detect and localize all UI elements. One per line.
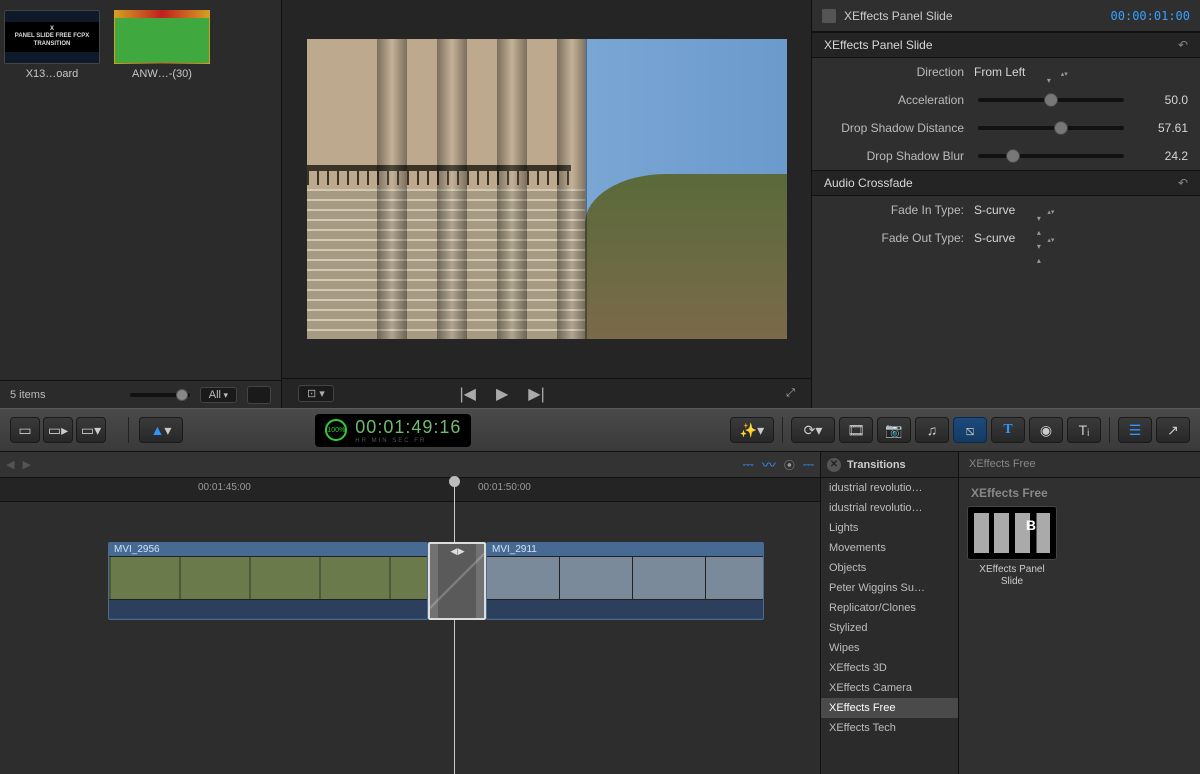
acceleration-slider[interactable]	[978, 98, 1124, 102]
timeline-tracks[interactable]: MVI_2956 MVI_2911 ◀ ▶	[0, 502, 820, 774]
titles-browser-button[interactable]: T	[991, 417, 1025, 443]
clip-label: ANW…-(30)	[114, 68, 210, 80]
ruler-tick: 00:01:50:00	[478, 482, 531, 493]
thumbnail-size-slider[interactable]	[130, 393, 190, 397]
grid-section-title: XEffects Free	[971, 486, 1192, 500]
transitions-browser-button[interactable]: ⧅	[953, 417, 987, 443]
transition-icon	[822, 9, 836, 23]
param-label: Fade Out Type:	[824, 231, 964, 245]
fullscreen-button[interactable]: ⤢	[786, 387, 795, 400]
timeline-history-fwd[interactable]: ▶	[22, 458, 30, 471]
viewer-frame[interactable]	[307, 39, 787, 339]
transform-tool-button[interactable]: ⊡ ▾	[298, 385, 334, 402]
browser-title: Transitions	[847, 459, 906, 471]
timeline-ruler[interactable]: 00:01:45:00 00:01:50:00	[0, 478, 820, 502]
themes-browser-button[interactable]: Tᵢ	[1067, 417, 1101, 443]
clip-appearance-button[interactable]	[247, 386, 271, 404]
section-title: XEffects Panel Slide	[824, 38, 933, 52]
clip-thumbnail: XPANEL SLIDE FREE FCPX TRANSITION	[4, 10, 100, 64]
insert-clip-button[interactable]: ▭▸	[43, 417, 73, 443]
category-item[interactable]: Peter Wiggins Su…	[821, 578, 958, 598]
media-import-button[interactable]: 🎞	[839, 417, 873, 443]
reset-section-button[interactable]: ↶	[1178, 38, 1188, 52]
main-toolbar: ▭ ▭▸ ▭▾ ▲ ▾ 100% 00:01:49:16 HR MIN SEC …	[0, 408, 1200, 452]
timeline-transition[interactable]: ◀ ▶	[428, 542, 486, 620]
music-browser-button[interactable]: ♫	[915, 417, 949, 443]
category-item[interactable]: XEffects Free	[821, 698, 958, 718]
retime-menu-button[interactable]: ⟳▾	[791, 417, 835, 443]
generators-browser-button[interactable]: ◉	[1029, 417, 1063, 443]
ruler-tick: 00:01:45:00	[198, 482, 251, 493]
playhead[interactable]	[454, 478, 455, 774]
param-label: Fade In Type:	[824, 203, 964, 217]
timeline-index-button[interactable]: ☰	[1118, 417, 1152, 443]
direction-dropdown[interactable]: From Left ▴▾	[974, 65, 1068, 80]
section-title: Audio Crossfade	[824, 176, 913, 190]
inspector-title: XEffects Panel Slide	[844, 9, 953, 23]
inspector: XEffects Panel Slide 00:00:01:00 XEffect…	[812, 0, 1200, 408]
category-item[interactable]: Objects	[821, 558, 958, 578]
category-item[interactable]: idustrial revolutio…	[821, 478, 958, 498]
skimming-button[interactable]: ⎓	[743, 456, 754, 473]
transition-thumbnail	[967, 506, 1057, 560]
snapping-button[interactable]: ⎓	[803, 456, 814, 473]
param-value[interactable]: 50.0	[1138, 93, 1188, 107]
reset-section-button[interactable]: ↶	[1178, 176, 1188, 190]
clip-thumbnail	[114, 10, 210, 64]
category-item[interactable]: idustrial revolutio…	[821, 498, 958, 518]
go-to-end-button[interactable]: ▶|	[528, 384, 544, 404]
filter-dropdown[interactable]: All	[200, 387, 237, 403]
item-count: 5 items	[10, 389, 45, 401]
param-label: Direction	[824, 65, 964, 79]
viewer: ⊡ ▾ |◀ ▶ ▶| ⤢	[282, 0, 812, 408]
timeline-clip[interactable]: MVI_2956	[108, 542, 428, 620]
enhance-menu-button[interactable]: ✨▾	[730, 417, 774, 443]
inspector-timecode: 00:00:01:00	[1111, 9, 1190, 23]
timecode-display[interactable]: 100% 00:01:49:16 HR MIN SEC FR	[315, 414, 471, 447]
photos-browser-button[interactable]: 📷	[877, 417, 911, 443]
go-to-start-button[interactable]: |◀	[460, 384, 476, 404]
param-label: Drop Shadow Distance	[824, 121, 964, 135]
play-button[interactable]: ▶	[496, 384, 508, 404]
category-item[interactable]: XEffects Tech	[821, 718, 958, 738]
close-browser-button[interactable]: ✕	[827, 458, 841, 472]
breadcrumb[interactable]: XEffects Free	[969, 458, 1035, 470]
browser-clip[interactable]: ANW…-(30)	[114, 10, 210, 80]
timeline: ◀ ▶ ⎓ 〰 ⦿ ⎓ 00:01:45:00 00:01:50:00 MVI_…	[0, 452, 820, 774]
connect-clip-button[interactable]: ▭	[10, 417, 40, 443]
param-label: Drop Shadow Blur	[824, 149, 964, 163]
param-value[interactable]: 24.2	[1138, 149, 1188, 163]
share-button[interactable]: ↗	[1156, 417, 1190, 443]
param-value[interactable]: 57.61	[1138, 121, 1188, 135]
fade-out-dropdown[interactable]: S-curve▴▾	[974, 231, 1054, 246]
clip-label: X13…oard	[4, 68, 100, 80]
timeline-history-back[interactable]: ◀	[6, 458, 14, 471]
category-item[interactable]: Replicator/Clones	[821, 598, 958, 618]
timeline-clip[interactable]: MVI_2911	[486, 542, 764, 620]
render-percent: 100%	[325, 419, 347, 441]
shadow-blur-slider[interactable]	[978, 154, 1124, 158]
category-item[interactable]: Lights	[821, 518, 958, 538]
category-item[interactable]: Movements	[821, 538, 958, 558]
category-item[interactable]: XEffects Camera	[821, 678, 958, 698]
browser-clip[interactable]: XPANEL SLIDE FREE FCPX TRANSITION X13…oa…	[4, 10, 100, 80]
category-item[interactable]: Stylized	[821, 618, 958, 638]
solo-button[interactable]: ⦿	[784, 457, 795, 473]
fade-in-dropdown[interactable]: S-curve▴▾	[974, 203, 1054, 218]
audio-skimming-button[interactable]: 〰	[762, 455, 776, 475]
transition-item[interactable]: XEffects Panel Slide	[967, 506, 1057, 588]
media-browser: XPANEL SLIDE FREE FCPX TRANSITION X13…oa…	[0, 0, 282, 408]
shadow-distance-slider[interactable]	[978, 126, 1124, 130]
category-item[interactable]: Wipes	[821, 638, 958, 658]
param-label: Acceleration	[824, 93, 964, 107]
category-item[interactable]: XEffects 3D	[821, 658, 958, 678]
append-clip-button[interactable]: ▭▾	[76, 417, 106, 443]
transitions-browser: ✕ Transitions idustrial revolutio…idustr…	[820, 452, 1200, 774]
select-tool-button[interactable]: ▲ ▾	[139, 417, 183, 443]
